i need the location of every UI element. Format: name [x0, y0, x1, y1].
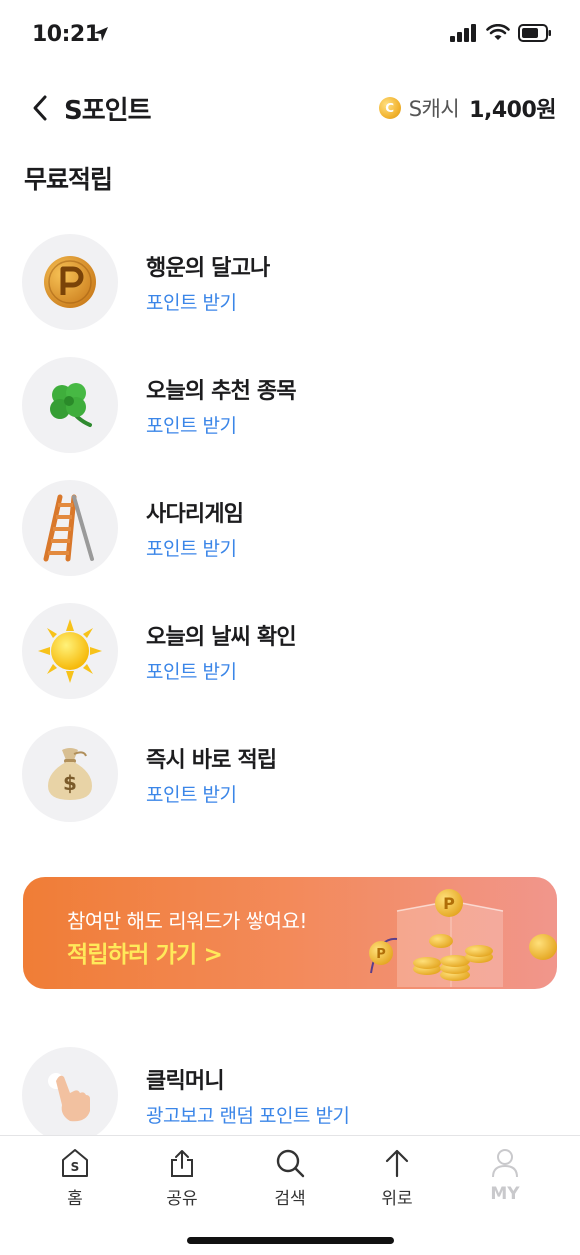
item-title: 오늘의 날씨 확인: [146, 624, 297, 650]
back-button[interactable]: [22, 90, 58, 126]
svg-text:P: P: [376, 947, 386, 962]
item-link[interactable]: 포인트 받기: [146, 534, 243, 561]
item-link[interactable]: 포인트 받기: [146, 657, 296, 684]
search-icon: [276, 1149, 305, 1178]
cellular-signal-icon: [450, 24, 476, 42]
item-link[interactable]: 광고보고 랜덤 포인트 받기: [146, 1101, 350, 1128]
sun-icon: [38, 619, 102, 683]
section-title: 무료적립: [24, 165, 113, 194]
item-thumbnail: [22, 480, 118, 576]
banner-cta[interactable]: 적립하러 가기 >: [67, 935, 223, 969]
header: S포인트 C S캐시 1,400원: [0, 78, 580, 138]
item-thumbnail: [22, 357, 118, 453]
dalgona-coin-icon: [44, 256, 96, 308]
s-cash-balance[interactable]: C S캐시 1,400원: [378, 92, 556, 124]
ladder-icon: [43, 494, 94, 562]
list-item-recommended-stock[interactable]: 오늘의 추천 종목 포인트 받기: [22, 355, 558, 455]
item-thumbnail: [22, 234, 118, 330]
tab-label: 공유: [166, 1189, 198, 1209]
item-thumbnail: $: [22, 726, 118, 822]
tab-label: 위로: [381, 1189, 413, 1209]
tab-label: 홈: [67, 1189, 83, 1209]
svg-text:$: $: [63, 771, 77, 795]
battery-icon: [518, 24, 551, 42]
item-title: 즉시 바로 적립: [146, 747, 277, 773]
money-bag-icon: $: [48, 748, 92, 800]
item-thumbnail: [22, 1047, 118, 1143]
share-icon: [171, 1150, 193, 1177]
reward-banner[interactable]: 참여만 해도 리워드가 쌓여요! 적립하러 가기 > P P: [23, 877, 557, 989]
arrow-up-icon: [385, 1149, 409, 1178]
tapping-hand-icon: [48, 1073, 90, 1122]
page-title: S포인트: [64, 96, 151, 126]
item-link[interactable]: 포인트 받기: [146, 780, 276, 807]
list-item-ladder-game[interactable]: 사다리게임 포인트 받기: [22, 478, 558, 578]
status-time: 10:21: [32, 22, 100, 47]
cash-label: S캐시: [408, 97, 460, 121]
item-title: 클릭머니: [146, 1068, 225, 1094]
tab-label: 검색: [274, 1189, 306, 1209]
item-title: 행운의 달고나: [146, 255, 270, 281]
tab-search[interactable]: 검색: [250, 1148, 330, 1209]
item-link[interactable]: 포인트 받기: [146, 288, 270, 315]
coin-c-icon: C: [378, 97, 401, 119]
item-title: 사다리게임: [146, 501, 244, 527]
item-title: 오늘의 추천 종목: [146, 378, 297, 404]
list-item-weather[interactable]: 오늘의 날씨 확인 포인트 받기: [22, 601, 558, 701]
tab-label: MY: [490, 1184, 520, 1204]
tab-share[interactable]: 공유: [142, 1148, 222, 1209]
tab-scroll-top[interactable]: 위로: [357, 1148, 437, 1209]
cash-value: 1,400원: [469, 98, 556, 123]
coin-box-illustration: P P: [369, 889, 557, 987]
status-bar: 10:21: [0, 0, 580, 70]
list-item-click-money[interactable]: 클릭머니 광고보고 랜덤 포인트 받기: [22, 1045, 558, 1145]
tab-home[interactable]: S 홈: [35, 1148, 115, 1209]
home-s-icon: S: [62, 1149, 88, 1177]
home-indicator: [187, 1237, 394, 1244]
wifi-icon: [486, 24, 510, 40]
list-item-instant-earn[interactable]: $ 즉시 바로 적립 포인트 받기: [22, 724, 558, 824]
location-arrow-icon: [94, 27, 108, 41]
person-icon: [492, 1149, 518, 1178]
chevron-left-icon: [33, 95, 47, 121]
item-link[interactable]: 포인트 받기: [146, 411, 296, 438]
banner-subtitle: 참여만 해도 리워드가 쌓여요!: [67, 909, 307, 933]
item-thumbnail: [22, 603, 118, 699]
list-item-dalgona[interactable]: 행운의 달고나 포인트 받기: [22, 232, 558, 332]
svg-text:S: S: [71, 1160, 80, 1174]
tab-my[interactable]: MY: [465, 1148, 545, 1204]
clover-icon: [50, 383, 92, 427]
svg-text:P: P: [443, 894, 455, 913]
